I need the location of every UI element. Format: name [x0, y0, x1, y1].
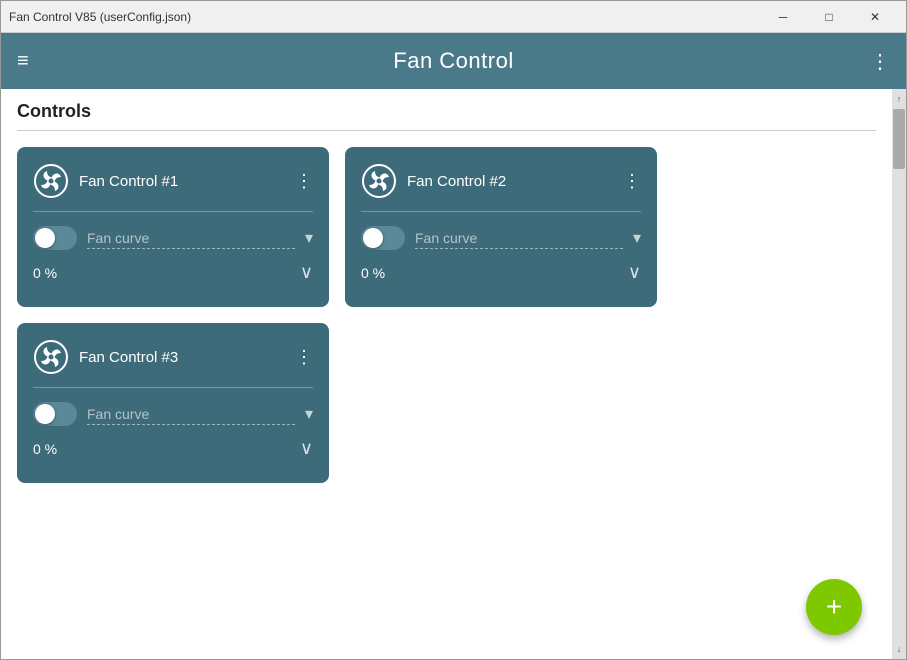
percentage-text-2: 0 % [361, 265, 385, 281]
card-menu-icon-1[interactable]: ⋮ [295, 172, 313, 190]
title-bar: Fan Control V85 (userConfig.json) ─ □ ✕ [1, 1, 906, 33]
toggle-switch-2[interactable] [361, 226, 405, 250]
hamburger-icon[interactable]: ≡ [17, 51, 29, 71]
scrollbar[interactable]: ↑ ↓ [892, 89, 906, 659]
expand-arrow-3[interactable]: ∨ [300, 438, 313, 459]
card-title-2: Fan Control #2 [407, 173, 613, 190]
scroll-up-arrow[interactable]: ↑ [892, 91, 906, 107]
toggle-switch-1[interactable] [33, 226, 77, 250]
fan-card-2: Fan Control #2 ⋮ Fan curve ▾ 0 % ∨ [345, 147, 657, 307]
section-title: Controls [17, 101, 876, 122]
card-divider-2 [361, 211, 641, 212]
fan-curve-label-2: Fan curve [415, 228, 623, 249]
card-title-3: Fan Control #3 [79, 349, 285, 366]
expand-arrow-2[interactable]: ∨ [628, 262, 641, 283]
scroll-thumb[interactable] [893, 109, 905, 169]
card-header-2: Fan Control #2 ⋮ [361, 163, 641, 199]
controls-section: Controls [17, 101, 876, 131]
card-menu-icon-2[interactable]: ⋮ [623, 172, 641, 190]
percentage-text-1: 0 % [33, 265, 57, 281]
app-title: Fan Control [393, 48, 513, 74]
card-curve-row-3: Fan curve ▾ [33, 402, 313, 426]
dropdown-arrow-2[interactable]: ▾ [633, 228, 641, 248]
fan-card-1: Fan Control #1 ⋮ Fan curve ▾ 0 % ∨ [17, 147, 329, 307]
expand-arrow-1[interactable]: ∨ [300, 262, 313, 283]
more-vert-icon[interactable]: ⋮ [870, 49, 890, 74]
toggle-switch-3[interactable] [33, 402, 77, 426]
card-header-3: Fan Control #3 ⋮ [33, 339, 313, 375]
maximize-button[interactable]: □ [806, 1, 852, 33]
close-button[interactable]: ✕ [852, 1, 898, 33]
card-curve-row-2: Fan curve ▾ [361, 226, 641, 250]
fan-card-3: Fan Control #3 ⋮ Fan curve ▾ 0 % ∨ [17, 323, 329, 483]
app-window: Fan Control V85 (userConfig.json) ─ □ ✕ … [0, 0, 907, 660]
dropdown-arrow-3[interactable]: ▾ [305, 404, 313, 424]
fan-curve-label-1: Fan curve [87, 228, 295, 249]
main-content: Controls Fa [1, 89, 906, 659]
section-divider [17, 130, 876, 131]
scroll-area[interactable]: Controls Fa [1, 89, 892, 659]
percentage-row-3: 0 % ∨ [33, 438, 313, 459]
card-menu-icon-3[interactable]: ⋮ [295, 348, 313, 366]
cards-grid: Fan Control #1 ⋮ Fan curve ▾ 0 % ∨ [17, 147, 657, 483]
percentage-row-1: 0 % ∨ [33, 262, 313, 283]
app-header: ≡ Fan Control ⋮ [1, 33, 906, 89]
fan-icon-2 [361, 163, 397, 199]
percentage-row-2: 0 % ∨ [361, 262, 641, 283]
scroll-down-arrow[interactable]: ↓ [892, 641, 906, 657]
window-title: Fan Control V85 (userConfig.json) [9, 10, 760, 24]
percentage-text-3: 0 % [33, 441, 57, 457]
minimize-button[interactable]: ─ [760, 1, 806, 33]
fan-curve-label-3: Fan curve [87, 404, 295, 425]
dropdown-arrow-1[interactable]: ▾ [305, 228, 313, 248]
fab-container: + [806, 579, 862, 635]
card-divider-3 [33, 387, 313, 388]
card-header-1: Fan Control #1 ⋮ [33, 163, 313, 199]
card-divider-1 [33, 211, 313, 212]
card-curve-row-1: Fan curve ▾ [33, 226, 313, 250]
fan-icon-1 [33, 163, 69, 199]
add-fan-control-button[interactable]: + [806, 579, 862, 635]
toggle-knob-1 [35, 228, 55, 248]
toggle-knob-3 [35, 404, 55, 424]
window-controls: ─ □ ✕ [760, 1, 898, 33]
fan-icon-3 [33, 339, 69, 375]
toggle-knob-2 [363, 228, 383, 248]
card-title-1: Fan Control #1 [79, 173, 285, 190]
